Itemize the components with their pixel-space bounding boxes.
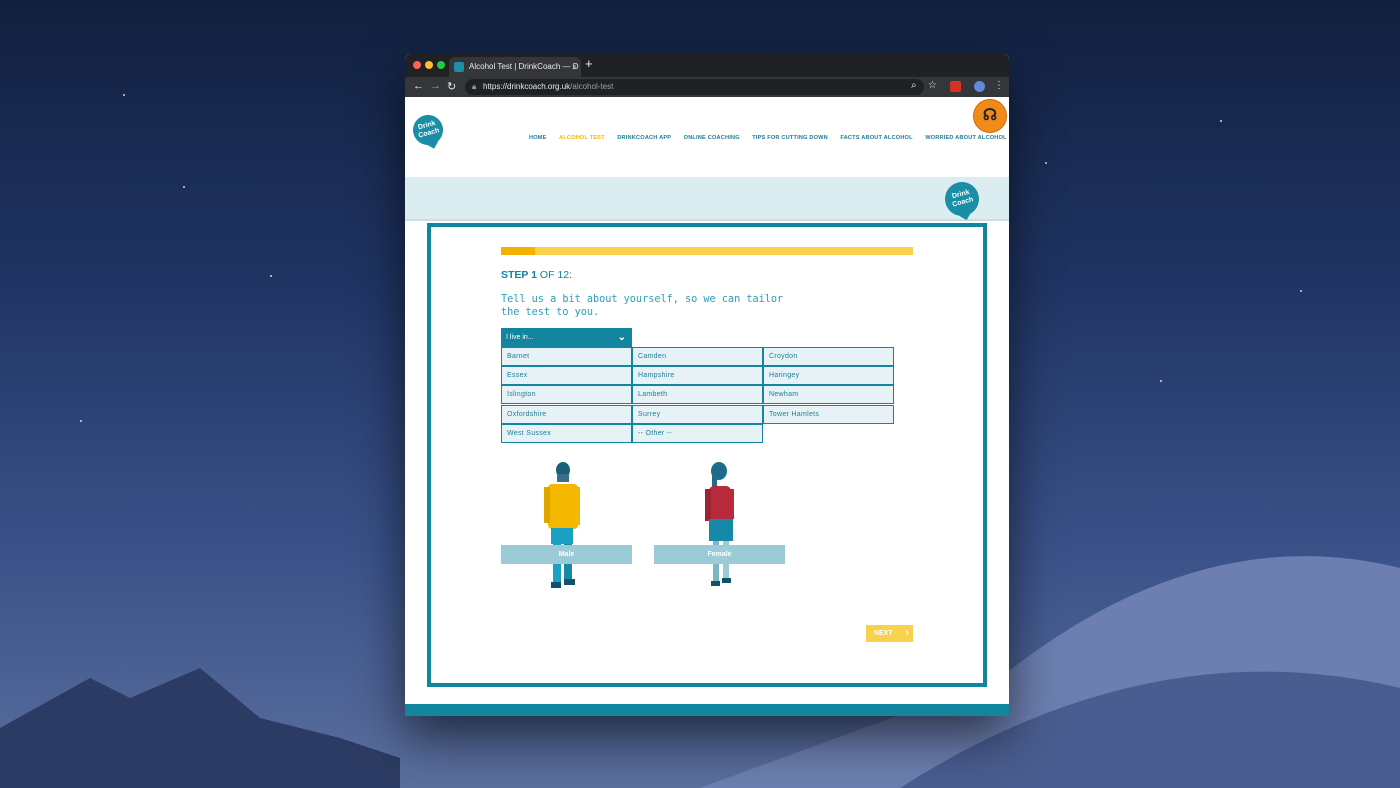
nav-alcohol-test[interactable]: ALCOHOL TEST: [559, 135, 605, 141]
star: [1220, 120, 1222, 122]
forward-arrow-icon[interactable]: →: [430, 80, 441, 92]
extension-blue-icon[interactable]: [974, 81, 985, 92]
band-logo: Drink Coach: [941, 178, 983, 220]
zoom-search-icon[interactable]: ⌕: [911, 80, 917, 91]
nav-facts[interactable]: FACTS ABOUT ALCOHOL: [840, 135, 912, 141]
nav-worried[interactable]: WORRIED ABOUT ALCOHOL: [925, 135, 1006, 141]
minimize-window-button[interactable]: [425, 61, 433, 69]
region-option[interactable]: Islington: [501, 385, 632, 405]
footer-bar: [405, 704, 1009, 716]
tab-title: Alcohol Test | DrinkCoach — D: [469, 62, 579, 71]
next-label: NEXT: [874, 630, 893, 637]
region-option[interactable]: Camden: [632, 347, 763, 366]
female-figure[interactable]: [701, 462, 746, 597]
extension-red-icon[interactable]: [950, 81, 961, 92]
headset-icon[interactable]: ☊: [973, 99, 1007, 133]
region-option[interactable]: -- Other --: [632, 423, 763, 443]
region-option[interactable]: Oxfordshire: [501, 404, 632, 424]
favicon-icon: [454, 62, 464, 72]
drinkcoach-logo[interactable]: Drink Coach: [409, 111, 447, 149]
step-number: STEP 1: [501, 269, 537, 281]
url-path: /alcohol-test: [570, 82, 614, 91]
region-option[interactable]: Croydon: [763, 347, 894, 366]
chevron-down-icon: ⌄: [617, 332, 626, 343]
quiz-panel: STEP 1 OF 12: Tell us a bit about yourse…: [427, 223, 987, 687]
star: [270, 275, 272, 277]
maximize-window-button[interactable]: [437, 61, 445, 69]
region-option[interactable]: Hampshire: [632, 366, 763, 386]
intro-text: Tell us a bit about yourself, so we can …: [501, 294, 784, 318]
star: [123, 94, 125, 96]
main-nav: HOME ALCOHOL TEST DRINKCOACH APP ONLINE …: [529, 126, 1009, 144]
star: [183, 186, 185, 188]
close-window-button[interactable]: [413, 61, 421, 69]
star: [1300, 290, 1302, 292]
female-button[interactable]: Female: [654, 545, 785, 564]
region-dropdown-label: I live in...: [506, 334, 534, 341]
star: [1160, 380, 1162, 382]
progress-bar: [501, 247, 913, 255]
next-button[interactable]: NEXT ›: [866, 625, 913, 642]
region-dropdown[interactable]: I live in... ⌄: [501, 328, 632, 347]
progress-fill: [501, 247, 536, 255]
new-tab-button[interactable]: +: [585, 56, 593, 71]
step-total: OF 12:: [537, 269, 573, 281]
site-header: Drink Coach HOME ALCOHOL TEST DRINKCOACH…: [405, 97, 1009, 177]
menu-kebab-icon[interactable]: ⋮: [994, 80, 1004, 91]
chevron-right-icon: ›: [905, 627, 909, 639]
step-indicator: STEP 1 OF 12:: [501, 269, 572, 281]
web-page: Drink Coach HOME ALCOHOL TEST DRINKCOACH…: [405, 97, 1009, 716]
address-bar[interactable]: 🔒︎ https://drinkcoach.org.uk/alcohol-tes…: [465, 79, 924, 95]
region-option[interactable]: Barnet: [501, 347, 632, 366]
browser-toolbar: ← → ↻ 🔒︎ https://drinkcoach.org.uk/alcoh…: [405, 77, 1009, 97]
browser-window: Alcohol Test | DrinkCoach — D × + ← → ↻ …: [405, 54, 1009, 716]
region-option[interactable]: Tower Hamlets: [763, 404, 894, 424]
region-option[interactable]: Lambeth: [632, 385, 763, 405]
star: [1045, 162, 1047, 164]
nav-tips[interactable]: TIPS FOR CUTTING DOWN: [752, 135, 828, 141]
lock-icon: 🔒︎: [472, 82, 477, 91]
tab-close-icon[interactable]: ×: [572, 57, 577, 77]
back-arrow-icon[interactable]: ←: [413, 80, 424, 92]
url-host: https://drinkcoach.org.uk: [483, 82, 571, 91]
region-option[interactable]: Surrey: [632, 404, 763, 424]
nav-online-coaching[interactable]: ONLINE COACHING: [684, 135, 740, 141]
region-option[interactable]: Essex: [501, 366, 632, 386]
browser-tab[interactable]: Alcohol Test | DrinkCoach — D ×: [449, 57, 581, 77]
male-button[interactable]: Male: [501, 545, 632, 564]
nav-drinkcoach-app[interactable]: DRINKCOACH APP: [617, 135, 671, 141]
reload-icon[interactable]: ↻: [447, 80, 456, 93]
star: [80, 420, 82, 422]
hero-band: Drink Coach: [405, 177, 1009, 221]
nav-home[interactable]: HOME: [529, 135, 547, 141]
region-option[interactable]: Newham: [763, 385, 894, 405]
region-option[interactable]: Haringey: [763, 366, 894, 386]
bookmark-star-icon[interactable]: ☆: [928, 80, 937, 91]
region-option[interactable]: West Sussex: [501, 423, 632, 443]
title-bar: Alcohol Test | DrinkCoach — D × +: [405, 54, 1009, 77]
male-figure[interactable]: [543, 462, 593, 597]
